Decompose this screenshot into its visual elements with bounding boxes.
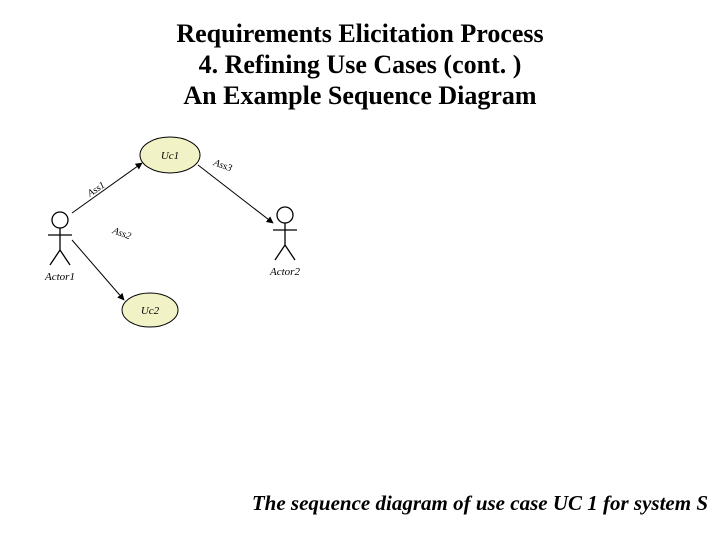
title-line-2: 4. Refining Use Cases (cont. ) [0, 49, 720, 80]
association-ass3 [198, 165, 273, 223]
association-ass2-label: Ass2 [110, 225, 132, 242]
usecase-uc1-label: Uc1 [161, 150, 179, 162]
slide-title: Requirements Elicitation Process 4. Refi… [0, 18, 720, 112]
slide: Requirements Elicitation Process 4. Refi… [0, 0, 720, 540]
association-ass2 [72, 240, 124, 300]
title-line-3: An Example Sequence Diagram [0, 80, 720, 111]
actor1-label: Actor1 [44, 271, 75, 283]
title-line-1: Requirements Elicitation Process [0, 18, 720, 49]
actor1-icon [48, 212, 72, 265]
usecase-uc2-label: Uc2 [141, 305, 160, 317]
use-case-diagram: Uc1 Uc2 Actor1 Actor2 [30, 125, 350, 345]
association-ass1 [72, 163, 142, 213]
association-ass1-label: Ass1 [85, 180, 108, 200]
actor2-icon [273, 207, 297, 260]
association-ass3-label: Ass3 [211, 157, 233, 174]
slide-caption: The sequence diagram of use case UC 1 fo… [170, 491, 708, 516]
diagram-svg: Uc1 Uc2 Actor1 Actor2 [30, 125, 350, 345]
actor2-label: Actor2 [269, 266, 300, 278]
